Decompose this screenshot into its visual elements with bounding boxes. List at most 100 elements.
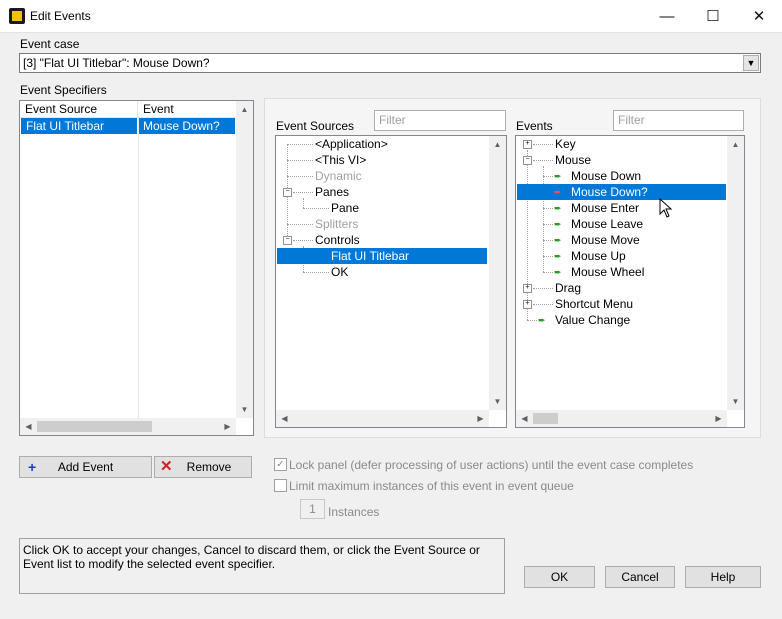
tree-line (527, 150, 528, 320)
add-event-button[interactable]: + Add Event (19, 456, 152, 478)
scroll-left-icon[interactable]: ◀ (516, 410, 533, 427)
event-value-change[interactable]: Value Change (555, 312, 630, 328)
tree-line (287, 144, 313, 145)
filter-event-arrow-icon: ➨ (554, 187, 562, 197)
notify-event-arrow-icon: ➨ (554, 267, 562, 277)
lock-panel-checkbox[interactable]: ✓ (274, 458, 287, 471)
scroll-down-icon[interactable]: ▼ (727, 393, 744, 410)
sources-vertical-scrollbar[interactable]: ▲ ▼ (489, 136, 506, 410)
source-pane[interactable]: Pane (331, 200, 359, 216)
tree-line (543, 240, 553, 241)
source-controls[interactable]: Controls (315, 232, 360, 248)
remove-button[interactable]: ✕ Remove (154, 456, 252, 478)
tree-line (533, 288, 553, 289)
scroll-right-icon[interactable]: ▶ (710, 410, 727, 427)
event-mouse-wheel[interactable]: Mouse Wheel (571, 264, 644, 280)
source-panes[interactable]: Panes (315, 184, 349, 200)
source-application[interactable]: <Application> (315, 136, 388, 152)
event-mouse-enter[interactable]: Mouse Enter (571, 200, 639, 216)
tree-line (293, 192, 313, 193)
remove-label: Remove (186, 460, 232, 474)
source-ok[interactable]: OK (331, 264, 348, 280)
limit-instances-checkbox[interactable] (274, 479, 287, 492)
event-drag[interactable]: Drag (555, 280, 581, 296)
event-sources-label: Event Sources (276, 119, 355, 133)
event-sources-filter-input[interactable]: Filter (374, 110, 506, 131)
sources-horizontal-scrollbar[interactable]: ◀ ▶ (276, 410, 489, 427)
event-shortcut-menu[interactable]: Shortcut Menu (555, 296, 633, 312)
scroll-thumb[interactable] (533, 413, 558, 424)
help-text-box: Click OK to accept your changes, Cancel … (19, 538, 505, 594)
tree-line (287, 224, 313, 225)
notify-event-arrow-icon: ➨ (538, 315, 546, 325)
events-vertical-scrollbar[interactable]: ▲ ▼ (727, 136, 744, 410)
help-button[interactable]: Help (685, 566, 761, 588)
events-label: Events (516, 119, 553, 133)
specifier-row-source[interactable]: Flat UI Titlebar (21, 118, 137, 134)
events-tree[interactable]: + − + + Key Mouse ➨ Mouse Down ➨ Mouse D… (515, 135, 745, 428)
source-splitters[interactable]: Splitters (315, 216, 358, 232)
specifiers-vertical-scrollbar[interactable]: ▲ ▼ (236, 101, 253, 418)
scroll-up-icon[interactable]: ▲ (236, 101, 253, 118)
specifier-row-event[interactable]: Mouse Down? (139, 118, 235, 134)
event-mouse-leave[interactable]: Mouse Leave (571, 216, 643, 232)
expand-icon[interactable]: + (523, 300, 532, 309)
minimize-button[interactable]: — (644, 0, 690, 32)
notify-event-arrow-icon: ➨ (554, 251, 562, 261)
tree-line (287, 160, 313, 161)
ok-button[interactable]: OK (524, 566, 595, 588)
event-mouse-down[interactable]: Mouse Down (571, 168, 641, 184)
specifiers-horizontal-scrollbar[interactable]: ◀ ▶ (20, 418, 236, 435)
remove-x-icon: ✕ (160, 458, 173, 475)
scroll-left-icon[interactable]: ◀ (20, 418, 37, 435)
maximize-button[interactable]: ☐ (690, 0, 736, 32)
scroll-thumb[interactable] (37, 421, 152, 432)
scroll-up-icon[interactable]: ▲ (489, 136, 506, 153)
scroll-left-icon[interactable]: ◀ (276, 410, 293, 427)
window-title: Edit Events (30, 9, 91, 23)
column-header-event-source[interactable]: Event Source (20, 101, 138, 118)
instances-numeric-input[interactable]: 1 (300, 499, 325, 519)
collapse-icon[interactable]: − (283, 188, 292, 197)
tree-line (543, 224, 553, 225)
events-filter-input[interactable]: Filter (613, 110, 744, 131)
event-specifiers-list[interactable]: Event Source Event Flat UI Titlebar Mous… (19, 100, 254, 436)
event-mouse-up[interactable]: Mouse Up (571, 248, 626, 264)
event-sources-tree[interactable]: − − <Application> <This VI> Dynamic Pane… (275, 135, 507, 428)
event-key[interactable]: Key (555, 136, 576, 152)
source-flat-ui-titlebar[interactable]: Flat UI Titlebar (277, 248, 487, 264)
collapse-icon[interactable]: − (523, 156, 532, 165)
event-case-label: Event case (20, 37, 80, 51)
collapse-icon[interactable]: − (283, 236, 292, 245)
column-header-event[interactable]: Event (138, 101, 235, 118)
tree-line (303, 198, 304, 208)
column-divider (138, 118, 139, 418)
tree-line (527, 320, 537, 321)
scroll-up-icon[interactable]: ▲ (727, 136, 744, 153)
tree-line (293, 240, 313, 241)
scroll-right-icon[interactable]: ▶ (472, 410, 489, 427)
source-dynamic[interactable]: Dynamic (315, 168, 362, 184)
plus-icon: + (28, 459, 37, 475)
event-mouse-move[interactable]: Mouse Move (571, 232, 640, 248)
scroll-down-icon[interactable]: ▼ (489, 393, 506, 410)
events-horizontal-scrollbar[interactable]: ◀ ▶ (516, 410, 727, 427)
chevron-down-icon[interactable]: ▼ (743, 55, 759, 71)
expand-icon[interactable]: + (523, 140, 532, 149)
labview-app-icon (9, 8, 25, 24)
notify-event-arrow-icon: ➨ (554, 171, 562, 181)
event-mouse[interactable]: Mouse (555, 152, 591, 168)
tree-line (533, 160, 553, 161)
notify-event-arrow-icon: ➨ (554, 203, 562, 213)
close-button[interactable]: ✕ (736, 0, 782, 32)
event-mouse-down-filter[interactable]: Mouse Down? (571, 184, 648, 200)
expand-icon[interactable]: + (523, 284, 532, 293)
event-case-dropdown[interactable]: [3] "Flat UI Titlebar": Mouse Down? ▼ (19, 53, 761, 73)
scroll-down-icon[interactable]: ▼ (236, 401, 253, 418)
tree-line (303, 272, 329, 273)
source-this-vi[interactable]: <This VI> (315, 152, 366, 168)
tree-line (543, 272, 553, 273)
cancel-button[interactable]: Cancel (605, 566, 675, 588)
scroll-right-icon[interactable]: ▶ (219, 418, 236, 435)
instances-label: Instances (328, 505, 380, 519)
